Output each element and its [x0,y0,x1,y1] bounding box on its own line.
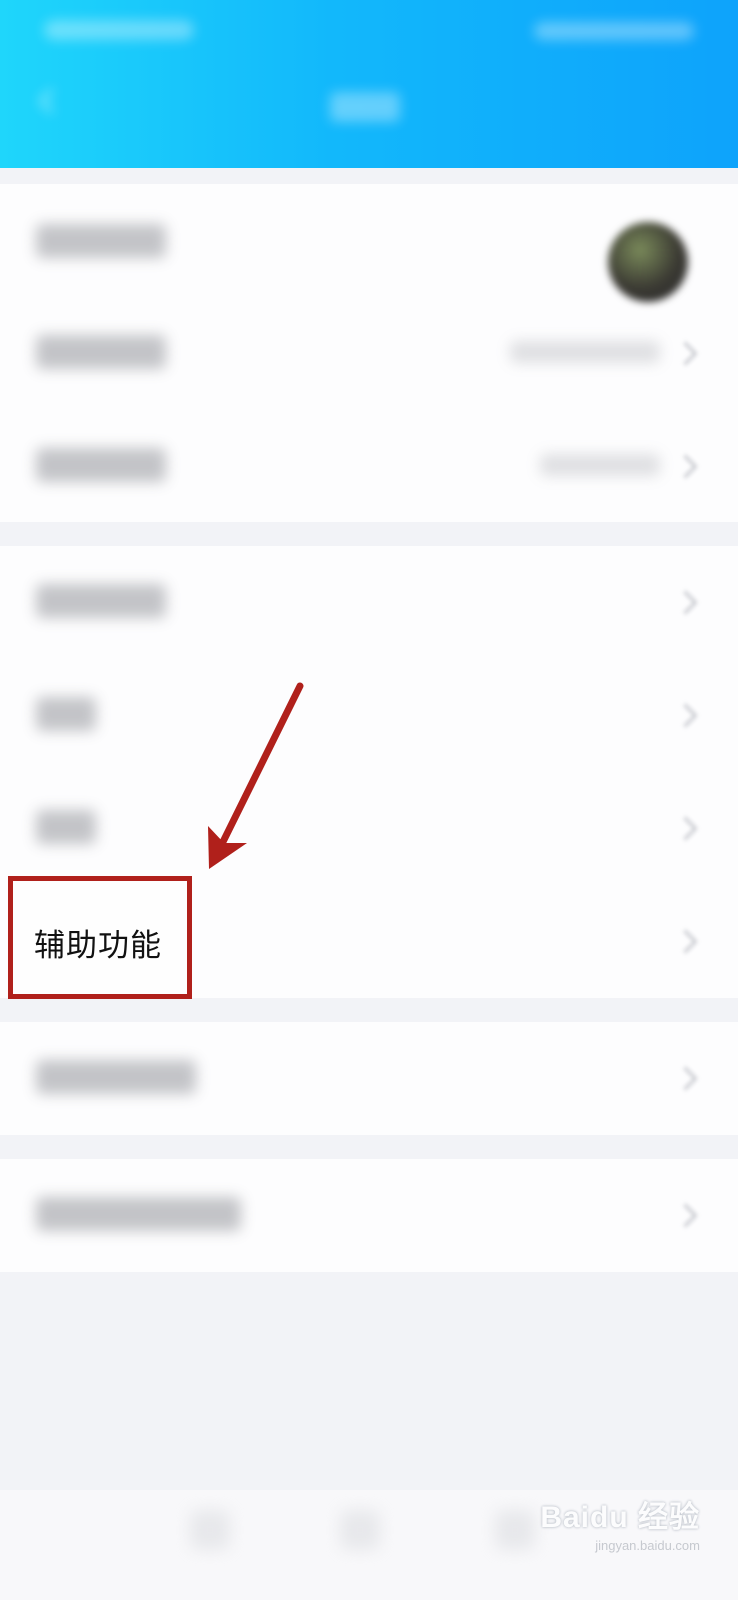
page-title [330,92,400,122]
nav-recent-icon[interactable] [495,1510,535,1550]
row-label [36,224,166,258]
row-value [510,341,660,363]
nav-home-icon[interactable] [340,1510,380,1550]
chevron-right-icon [673,703,698,728]
nav-back-icon[interactable] [190,1510,230,1550]
status-bar-right [534,22,694,40]
row-label [36,448,166,482]
chevron-right-icon [673,454,698,479]
chevron-right-icon [673,929,698,954]
row-label [36,335,166,369]
chevron-right-icon [673,816,698,841]
chevron-right-icon [673,1066,698,1091]
settings-row[interactable] [0,772,738,885]
settings-row[interactable] [0,659,738,772]
settings-group-misc [0,1022,738,1135]
row-label [36,1060,196,1094]
chevron-right-icon [673,341,698,366]
watermark-url: jingyan.baidu.com [595,1538,700,1553]
app-header [0,0,738,168]
row-label [36,584,166,618]
row-label [36,697,96,731]
chevron-right-icon [673,590,698,615]
row-value [540,454,660,476]
watermark-brand: Baidu 经验 [540,1501,700,1534]
chevron-right-icon [673,1203,698,1228]
settings-group-account [0,184,738,522]
baidu-watermark: Baidu 经验 jingyan.baidu.com [540,1492,700,1553]
row-label [36,810,96,844]
settings-row[interactable] [0,410,738,523]
back-arrow-icon[interactable] [34,88,58,112]
settings-row-avatar[interactable] [0,184,738,302]
row-label [36,1197,241,1231]
settings-row[interactable] [0,297,738,410]
status-bar-left [44,20,194,40]
settings-row[interactable] [0,546,738,659]
settings-row[interactable] [0,1159,738,1272]
avatar [608,222,688,302]
settings-row[interactable] [0,1022,738,1135]
settings-group-about [0,1159,738,1272]
accessibility-label[interactable]: 辅助功能 [34,920,162,965]
